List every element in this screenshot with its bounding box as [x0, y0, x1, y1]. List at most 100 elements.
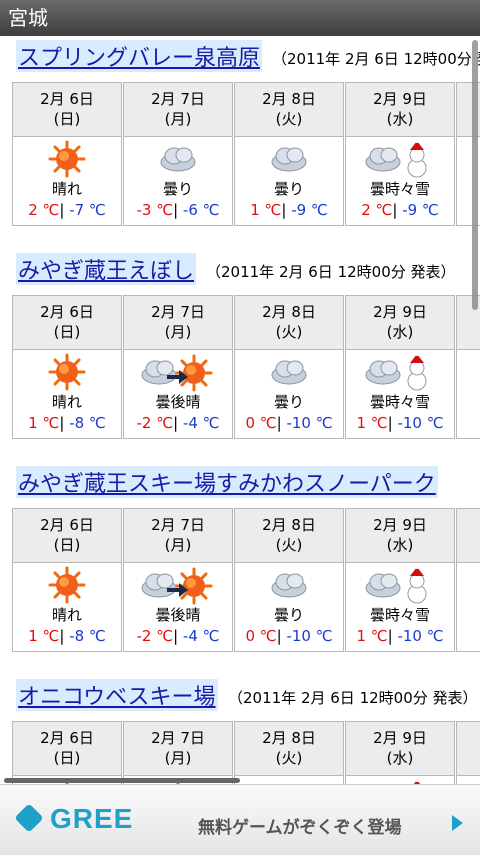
weather-label: 曇り — [273, 393, 304, 411]
day-weekday: (月) — [164, 536, 192, 554]
section-header: みやぎ蔵王スキー場すみかわスノーパーク — [0, 462, 480, 500]
forecast-day: 2月 6日 (日) — [12, 721, 122, 784]
ad-banner[interactable]: GREE 無料ゲームがぞくぞく登場 — [0, 784, 480, 855]
low-temp: -9 ℃ — [291, 201, 328, 219]
resort-link[interactable]: みやぎ蔵王スキー場すみかわスノーパーク — [16, 466, 438, 498]
day-header: 2月 7日 (月) — [124, 296, 232, 350]
section-header: オニコウベスキー場 （2011年 2月 6日 12時00分 発表） — [0, 675, 480, 713]
day-date: 2月 6日 — [40, 303, 94, 321]
temperature-range: -2 ℃| -4 ℃ — [136, 414, 220, 432]
day-header: 2月 8日 (火) — [235, 509, 343, 563]
day-header: 2月 9日 (水) — [346, 296, 454, 350]
sun-icon — [13, 353, 121, 391]
day-header: 2月 6日 (日) — [13, 509, 121, 563]
resort-link[interactable]: みやぎ蔵王えぼし — [16, 253, 197, 285]
temperature-range: 1 ℃| -8 ℃ — [28, 414, 106, 432]
day-header: 2月 6日 (日) — [13, 296, 121, 350]
high-temp: 1 ℃ — [28, 627, 60, 645]
vertical-scrollbar[interactable] — [472, 40, 478, 310]
day-header — [457, 722, 480, 776]
low-temp: -8 ℃ — [69, 627, 106, 645]
forecast-day: 2月 7日 (月) 曇り -3 ℃| -6 ℃ — [123, 82, 233, 226]
day-weekday: (日) — [53, 536, 81, 554]
day-date: 2月 6日 — [40, 516, 94, 534]
day-weekday: (日) — [53, 110, 81, 128]
day-header: 2月 9日 (水) — [346, 509, 454, 563]
section-header: みやぎ蔵王えぼし （2011年 2月 6日 12時00分 発表） — [0, 249, 480, 287]
forecast-day: 2月 6日 (日) 晴れ 2 ℃| -7 ℃ — [12, 82, 122, 226]
forecast-day: 2月 9日 (水) 曇時々雪 2 ℃| -9 ℃ — [345, 82, 455, 226]
day-weekday: (火) — [275, 536, 303, 554]
day-date: 2月 6日 — [40, 90, 94, 108]
day-weekday: (火) — [275, 749, 303, 767]
low-temp: -8 ℃ — [69, 414, 106, 432]
cloud-snow-icon — [346, 139, 454, 178]
day-header: 2月 7日 (月) — [124, 722, 232, 776]
sun-icon — [13, 140, 121, 178]
high-temp: -2 ℃ — [136, 414, 174, 432]
high-temp: 1 ℃ — [28, 414, 60, 432]
forecast-day: 2月 7日 (月) 曇後晴 -2 ℃| -4 ℃ — [123, 295, 233, 439]
weather-label: 曇り — [162, 180, 193, 198]
weather-label: 晴れ — [51, 606, 82, 624]
horizontal-scrollbar[interactable] — [4, 778, 240, 783]
ad-message: 無料ゲームがぞくぞく登場 — [198, 818, 402, 838]
day-header: 2月 6日 (日) — [13, 83, 121, 137]
day-weekday: (月) — [164, 749, 192, 767]
forecast-day-partial — [456, 508, 480, 652]
day-header: 2月 7日 (月) — [124, 83, 232, 137]
low-temp: -10 ℃ — [286, 414, 333, 432]
forecast-day: 2月 7日 (月) — [123, 721, 233, 784]
forecast-day: 2月 8日 (火) 曇り 1 ℃| -9 ℃ — [234, 82, 344, 226]
forecast-list[interactable]: スプリングバレー泉高原 （2011年 2月 6日 12時00分 発表） 2月 6日… — [0, 36, 480, 784]
temperature-range: 2 ℃| -9 ℃ — [361, 201, 439, 219]
day-date: 2月 7日 — [151, 516, 205, 534]
cloud-icon — [124, 140, 232, 178]
high-temp: 0 ℃ — [245, 414, 277, 432]
high-temp: 1 ℃ — [356, 627, 388, 645]
temperature-range: 2 ℃| -7 ℃ — [28, 201, 106, 219]
day-header: 2月 8日 (火) — [235, 296, 343, 350]
forecast-day: 2月 9日 (水) 曇時々雪 1 ℃| -10 ℃ — [345, 295, 455, 439]
forecast-day: 2月 8日 (火) 曇り 0 ℃| -10 ℃ — [234, 295, 344, 439]
resort-link[interactable]: オニコウベスキー場 — [16, 679, 218, 711]
day-weekday: (水) — [386, 110, 414, 128]
day-date: 2月 9日 — [373, 516, 427, 534]
day-date: 2月 9日 — [373, 729, 427, 747]
temperature-range: -3 ℃| -6 ℃ — [136, 201, 220, 219]
high-temp: 2 ℃ — [28, 201, 60, 219]
forecast-day: 2月 9日 (水) — [345, 721, 455, 784]
forecast-table: 2月 6日 (日) 晴れ 1 ℃| -8 ℃ 2月 7日 (月) 曇後晴 -2 … — [12, 508, 480, 652]
temperature-range: 0 ℃| -10 ℃ — [245, 627, 333, 645]
temperature-range: -2 ℃| -4 ℃ — [136, 627, 220, 645]
weather-label: 晴れ — [51, 180, 82, 198]
weather-label: 曇時々雪 — [369, 393, 430, 411]
high-temp: 0 ℃ — [245, 627, 277, 645]
cloud-icon — [235, 566, 343, 604]
updated-time: （2011年 2月 6日 12時00分 発表） — [272, 50, 480, 68]
high-temp: 1 ℃ — [356, 414, 388, 432]
day-weekday: (日) — [53, 749, 81, 767]
day-header: 2月 9日 (水) — [346, 722, 454, 776]
weather-label: 曇後晴 — [155, 393, 201, 411]
day-date: 2月 8日 — [262, 729, 316, 747]
gree-logo: GREE — [14, 803, 133, 835]
forecast-table: 2月 6日 (日) 2月 7日 (月) 2月 8日 (火) 2月 9日 (水) — [12, 721, 480, 784]
sun-icon — [13, 566, 121, 604]
day-date: 2月 7日 — [151, 729, 205, 747]
weather-label: 曇時々雪 — [369, 180, 430, 198]
cloud-then-sun-icon — [124, 353, 232, 392]
low-temp: -6 ℃ — [182, 201, 220, 219]
forecast-day-partial — [456, 295, 480, 439]
day-weekday: (火) — [275, 323, 303, 341]
day-weekday: (月) — [164, 323, 192, 341]
day-weekday: (日) — [53, 323, 81, 341]
low-temp: -4 ℃ — [182, 627, 220, 645]
resort-link[interactable]: スプリングバレー泉高原 — [16, 40, 263, 72]
forecast-day: 2月 9日 (水) 曇時々雪 1 ℃| -10 ℃ — [345, 508, 455, 652]
weather-label: 曇時々雪 — [369, 606, 430, 624]
forecast-day: 2月 8日 (火) 曇り 0 ℃| -10 ℃ — [234, 508, 344, 652]
section-header: スプリングバレー泉高原 （2011年 2月 6日 12時00分 発表） — [0, 36, 480, 74]
forecast-day-partial — [456, 721, 480, 784]
day-header: 2月 8日 (火) — [235, 83, 343, 137]
